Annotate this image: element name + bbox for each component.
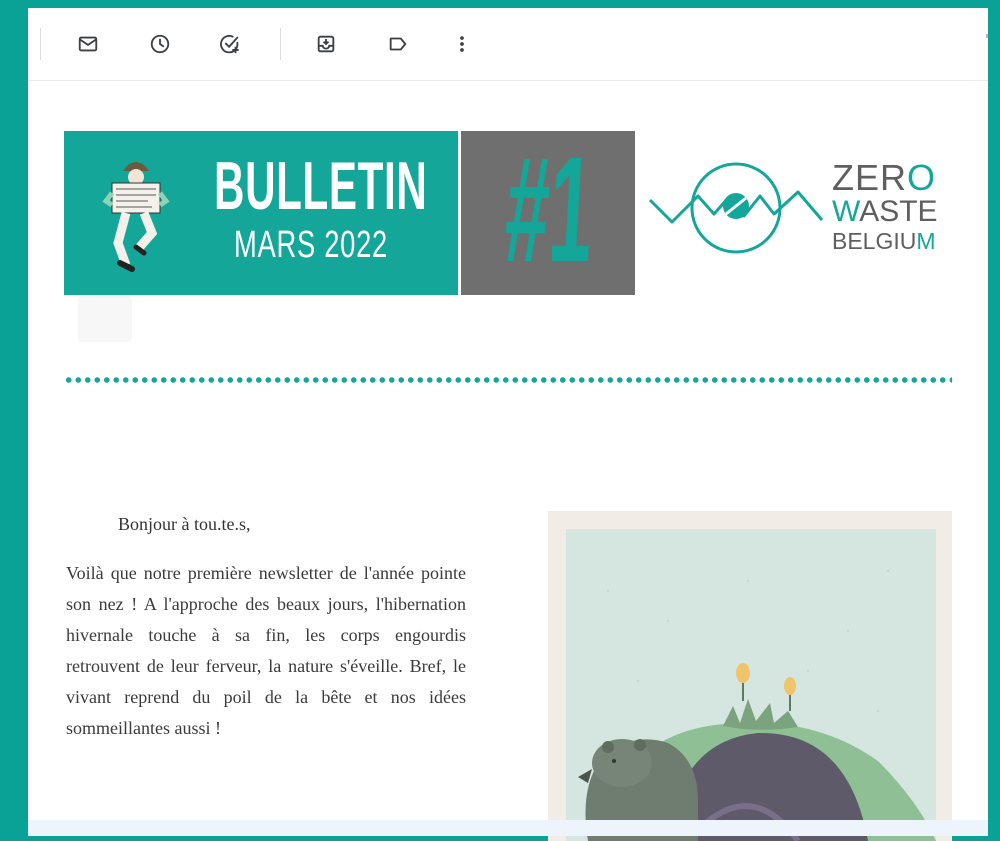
label-button[interactable] bbox=[380, 26, 416, 62]
greeting-text: Bonjour à tou.te.s, bbox=[118, 514, 251, 534]
email-toolbar bbox=[28, 8, 988, 81]
window-edge-mark bbox=[986, 34, 988, 38]
logo-text-waste-w: W bbox=[832, 195, 860, 228]
snooze-button[interactable] bbox=[142, 26, 178, 62]
bear-illustration bbox=[548, 511, 952, 841]
bottom-bar bbox=[28, 820, 988, 836]
newspaper-reader-illustration bbox=[102, 162, 170, 272]
zero-waste-logo-text: ZERO WASTE BELGIUM bbox=[832, 157, 938, 255]
logo-text-waste: ASTE bbox=[859, 195, 938, 228]
label-icon bbox=[389, 37, 407, 51]
logo-text-zero-o: O bbox=[907, 157, 937, 198]
bulletin-date: MARS 2022 bbox=[234, 224, 389, 266]
move-to-inbox-icon bbox=[317, 35, 335, 53]
logo-text-zero: ZER bbox=[832, 157, 907, 198]
intro-paragraph: Voilà que notre première newsletter de l… bbox=[66, 563, 466, 738]
toolbar-divider bbox=[280, 28, 281, 60]
move-to-inbox-button[interactable] bbox=[308, 26, 344, 62]
add-task-icon bbox=[220, 35, 239, 54]
toolbar-divider bbox=[40, 28, 41, 60]
logo-text-belgium: BELGIU bbox=[832, 228, 917, 254]
newsletter-banner: BULLETIN MARS 2022 bbox=[64, 131, 458, 295]
more-options-button[interactable] bbox=[444, 26, 480, 62]
dotted-separator bbox=[64, 376, 952, 384]
issue-number-panel: #1 bbox=[461, 125, 635, 295]
email-window: BULLETIN MARS 2022 #1 ZERO WASTE BELGIUM… bbox=[28, 8, 988, 841]
mail-icon bbox=[78, 36, 98, 52]
more-vert-icon bbox=[460, 36, 464, 52]
zero-waste-logo-icon bbox=[648, 162, 824, 254]
bulletin-title: BULLETIN bbox=[214, 148, 428, 224]
mark-unread-button[interactable] bbox=[70, 26, 106, 62]
issue-number: #1 bbox=[501, 125, 598, 293]
logo-text-belgium-m: M bbox=[916, 228, 936, 254]
clock-icon bbox=[150, 34, 170, 54]
add-to-tasks-button[interactable] bbox=[212, 26, 248, 62]
image-placeholder bbox=[78, 296, 132, 342]
